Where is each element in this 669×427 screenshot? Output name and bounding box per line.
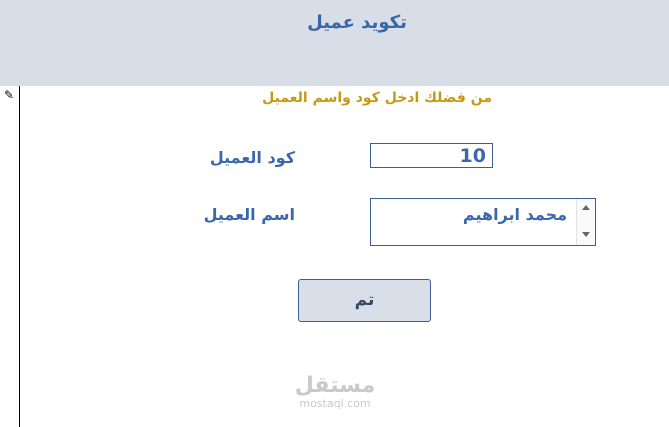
watermark-arabic: مستقل xyxy=(294,373,376,398)
scroll-up-icon[interactable] xyxy=(582,205,590,210)
customer-name-value: محمد ابراهيم xyxy=(462,205,567,224)
form-title: تكويد عميل xyxy=(307,12,407,33)
customer-name-field[interactable]: محمد ابراهيم xyxy=(370,198,596,246)
instruction-text: من فضلك ادخل كود واسم العميل xyxy=(262,90,492,106)
name-field-scrollbar[interactable] xyxy=(576,199,595,245)
ok-button[interactable]: تم xyxy=(298,279,431,322)
customer-code-label: كود العميل xyxy=(209,148,295,167)
customer-code-field[interactable]: 10 xyxy=(370,143,493,168)
record-selector-border xyxy=(19,86,20,427)
watermark-latin: mostaql.com xyxy=(299,397,371,410)
customer-code-value: 10 xyxy=(459,145,486,167)
watermark-logo: مستقل mostaql.com xyxy=(290,374,380,410)
scroll-down-icon[interactable] xyxy=(582,232,590,237)
form-header: تكويد عميل xyxy=(0,0,669,86)
pencil-icon: ✎ xyxy=(4,88,15,102)
customer-name-label: اسم العميل xyxy=(203,205,295,224)
